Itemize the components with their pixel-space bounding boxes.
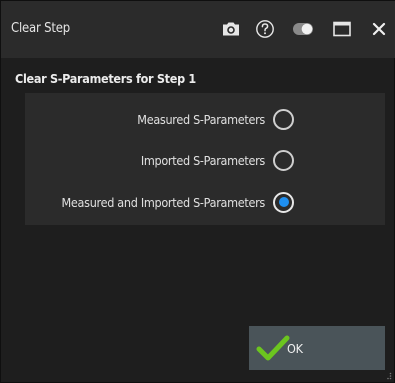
ok-button[interactable]: OK — [249, 326, 385, 370]
title-bar[interactable]: Clear Step — [1, 1, 395, 58]
ok-button-label: OK — [287, 341, 303, 356]
radio-measured[interactable] — [273, 108, 294, 130]
option-imported[interactable]: Imported S-Parameters — [141, 148, 385, 172]
section-title: Clear S-Parameters for Step 1 — [15, 71, 196, 86]
option-measured[interactable]: Measured S-Parameters — [137, 107, 385, 131]
dialog-title: Clear Step — [11, 21, 70, 36]
checkmark-icon — [256, 335, 290, 361]
clear-step-dialog: Clear Step Clear S-Parameters for Step 1… — [0, 0, 395, 383]
close-icon[interactable] — [367, 17, 391, 41]
options-panel: Measured S-Parameters Imported S-Paramet… — [25, 93, 385, 225]
toggle-icon[interactable] — [291, 17, 315, 41]
maximize-icon[interactable] — [330, 17, 354, 41]
radio-imported[interactable] — [273, 149, 294, 171]
help-icon[interactable] — [253, 17, 277, 41]
radio-measured-and-imported[interactable] — [273, 191, 294, 213]
option-label: Imported S-Parameters — [140, 152, 265, 168]
resize-grip-icon[interactable] — [384, 372, 392, 380]
camera-icon[interactable] — [219, 17, 243, 41]
option-measured-and-imported[interactable]: Measured and Imported S-Parameters — [62, 190, 385, 214]
option-label: Measured and Imported S-Parameters — [61, 194, 266, 210]
option-label: Measured S-Parameters — [137, 111, 265, 127]
